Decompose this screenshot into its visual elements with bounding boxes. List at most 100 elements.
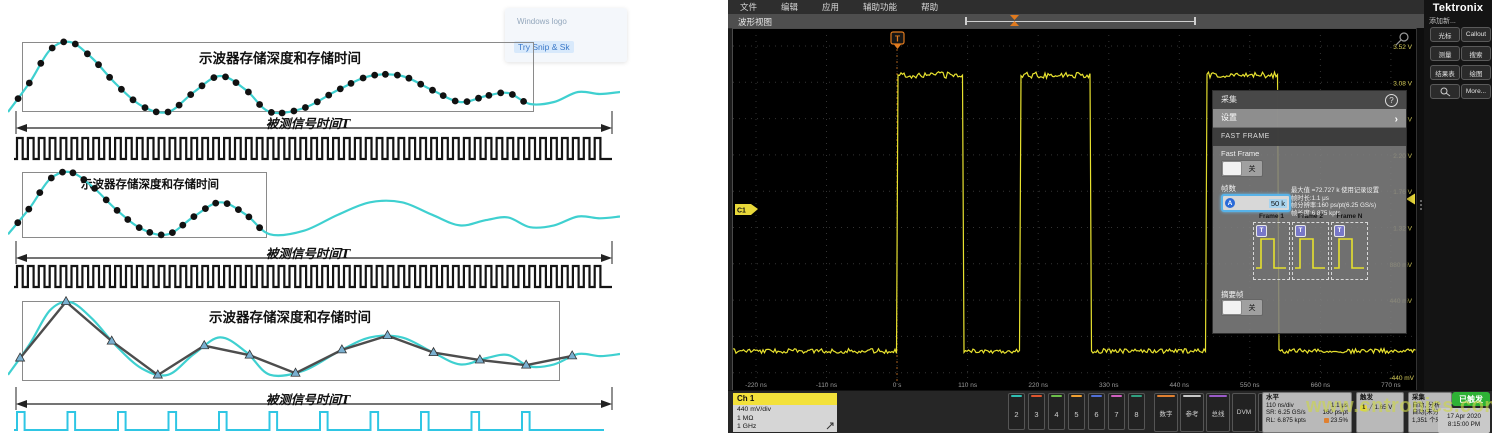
menu-item-1[interactable]: 编辑 <box>781 1 798 13</box>
sample-dot <box>464 98 471 105</box>
view-tab-strip: 波形视图 <box>728 14 1424 29</box>
channel-color-stripe <box>1111 395 1122 397</box>
sample-dot <box>84 50 91 57</box>
frame-preview-0: T <box>1253 222 1290 280</box>
channel-button-4[interactable]: 4 <box>1048 393 1065 430</box>
sidebar-button-callout[interactable]: Callout <box>1461 27 1491 42</box>
sample-dot <box>440 92 447 99</box>
chevron-right-icon: › <box>1395 111 1398 129</box>
expansion-point-icon <box>1324 418 1329 423</box>
info-line-2: 帧分辨率:160 ps/pt(6.25 GS/s) <box>1291 202 1403 210</box>
toast-line1: Windows logo <box>517 17 567 26</box>
h-right: 160 ps/pt <box>1323 409 1348 417</box>
sidebar-button-measure[interactable]: 测量 <box>1430 46 1460 61</box>
h-right: 23.5% <box>1324 417 1348 425</box>
channel-button-8[interactable]: 8 <box>1128 393 1145 430</box>
time-label: -220 ns <box>745 382 767 389</box>
tektronix-logo: Tektronix <box>1424 2 1492 14</box>
horizontal-rows: 110 ns/div1.1 μsSR: 6.25 GS/s160 ps/ptRL… <box>1266 402 1348 425</box>
sample-dot <box>91 185 98 192</box>
menu-item-4[interactable]: 帮助 <box>921 1 938 13</box>
help-icon[interactable]: ? <box>1385 94 1398 107</box>
channel-color-stripe <box>1071 395 1082 397</box>
digital-button[interactable]: 数字 <box>1154 393 1178 432</box>
sidebar-button-plot[interactable]: 绘图 <box>1461 65 1491 80</box>
reference-button[interactable]: 参考 <box>1180 393 1204 432</box>
tab-waveform-view[interactable]: 波形视图 <box>738 16 772 28</box>
channel-button-2[interactable]: 2 <box>1008 393 1025 430</box>
sample-dot <box>360 75 367 82</box>
sample-dot <box>497 90 504 97</box>
sample-dot <box>256 224 263 231</box>
frame-pulse <box>1334 239 1364 268</box>
date-text: 17 Apr 2020 <box>1438 413 1490 421</box>
toggle-state: 关 <box>1242 161 1262 176</box>
channel-button-7[interactable]: 7 <box>1108 393 1125 430</box>
dvm-button[interactable]: DVM <box>1232 393 1256 432</box>
overview-bar[interactable] <box>965 21 1195 23</box>
magnifier-icon[interactable] <box>1400 33 1408 41</box>
sample-dot <box>114 207 121 214</box>
menu-item-3[interactable]: 辅助功能 <box>863 1 897 13</box>
toggle-knob <box>1222 300 1242 315</box>
channel-button-5[interactable]: 5 <box>1068 393 1085 430</box>
volt-label: 3.08 V <box>1393 80 1412 87</box>
frame-preview-1: T <box>1292 222 1329 280</box>
screenshot-root: Windows logo Try Snip & Sk 示波器存储深度和存储时间 … <box>0 0 1492 433</box>
fast-frame-panel: 采集 ? 设置 › FAST FRAME Fast Frame 关 帧数 A 5… <box>1212 90 1407 334</box>
sample-dot <box>325 92 332 99</box>
trigger-badge[interactable]: 触发 1 ╱ 1.65 V <box>1356 392 1404 433</box>
diagram1-time-label: 被测信号时间T <box>8 113 608 132</box>
bus-button[interactable]: 总线 <box>1206 393 1230 432</box>
h-left: RL: 6.875 kpts <box>1266 417 1306 425</box>
sidebar-button-zoom-view[interactable] <box>1430 84 1460 99</box>
horizontal-badge[interactable]: 水平 110 ns/div1.1 μsSR: 6.25 GS/s160 ps/p… <box>1262 392 1352 433</box>
settings-row[interactable]: 设置 › <box>1213 109 1406 128</box>
sample-dot <box>59 169 66 176</box>
channel1-badge[interactable]: Ch 1 440 mV/div1 MΩ1 GHz <box>733 393 837 432</box>
sample-dot <box>417 81 424 88</box>
overview-right-bracket[interactable] <box>1194 17 1196 25</box>
sample-dot <box>406 75 413 82</box>
channel-button-3[interactable]: 3 <box>1028 393 1045 430</box>
rising-edge-icon: ╱ <box>1369 404 1373 411</box>
sidebar-button-cursor[interactable]: 光标 <box>1430 27 1460 42</box>
sample-dot <box>187 91 194 98</box>
frame-count-input[interactable]: A 50 k <box>1221 194 1291 212</box>
h-left: 110 ns/div <box>1266 402 1294 410</box>
menu-bar: 文件 编辑 应用 辅助功能 帮助 <box>728 0 1424 14</box>
sidebar-button-search[interactable]: 搜索 <box>1461 46 1491 61</box>
sidebar-button-results-table[interactable]: 结果表 <box>1430 65 1460 80</box>
sample-dot <box>475 95 482 102</box>
menu-item-2[interactable]: 应用 <box>822 1 839 13</box>
h-right: 1.1 μs <box>1331 402 1348 410</box>
sample-dot <box>429 87 436 94</box>
c1-label: C1 <box>737 208 746 215</box>
panel-title-row[interactable]: 采集 ? <box>1213 91 1406 109</box>
sample-dot <box>245 89 252 96</box>
sidebar-button-more[interactable]: More... <box>1461 84 1491 99</box>
trigger-source-badge: 1 <box>1360 405 1367 411</box>
channel-button-6[interactable]: 6 <box>1088 393 1105 430</box>
menu-item-0[interactable]: 文件 <box>740 1 757 13</box>
triggered-status-button[interactable]: 已触发 <box>1452 392 1490 406</box>
fast-frame-toggle[interactable]: 关 <box>1221 160 1263 177</box>
time-label: 660 ns <box>1311 382 1331 389</box>
sample-dot <box>25 206 32 213</box>
time-text: 8:15:00 PM <box>1438 421 1490 429</box>
toggle-state: 关 <box>1242 300 1262 315</box>
time-label: 0 s <box>893 382 902 389</box>
sample-dot <box>211 74 218 81</box>
trigger-flag-letter: T <box>895 34 901 44</box>
sample-dot <box>130 96 137 103</box>
button-color-stripe <box>1157 395 1175 397</box>
sample-dot <box>224 200 231 207</box>
sample-dot <box>136 224 143 231</box>
sample-dot <box>452 98 459 105</box>
overview-trigger-marker[interactable] <box>1010 15 1019 26</box>
volt-label-bottom: -440 mV <box>1389 375 1414 382</box>
sample-dot <box>371 72 378 79</box>
fast-frame-section-header: FAST FRAME <box>1213 128 1406 146</box>
sample-dot <box>26 80 33 87</box>
summary-frame-toggle[interactable]: 关 <box>1221 299 1263 316</box>
